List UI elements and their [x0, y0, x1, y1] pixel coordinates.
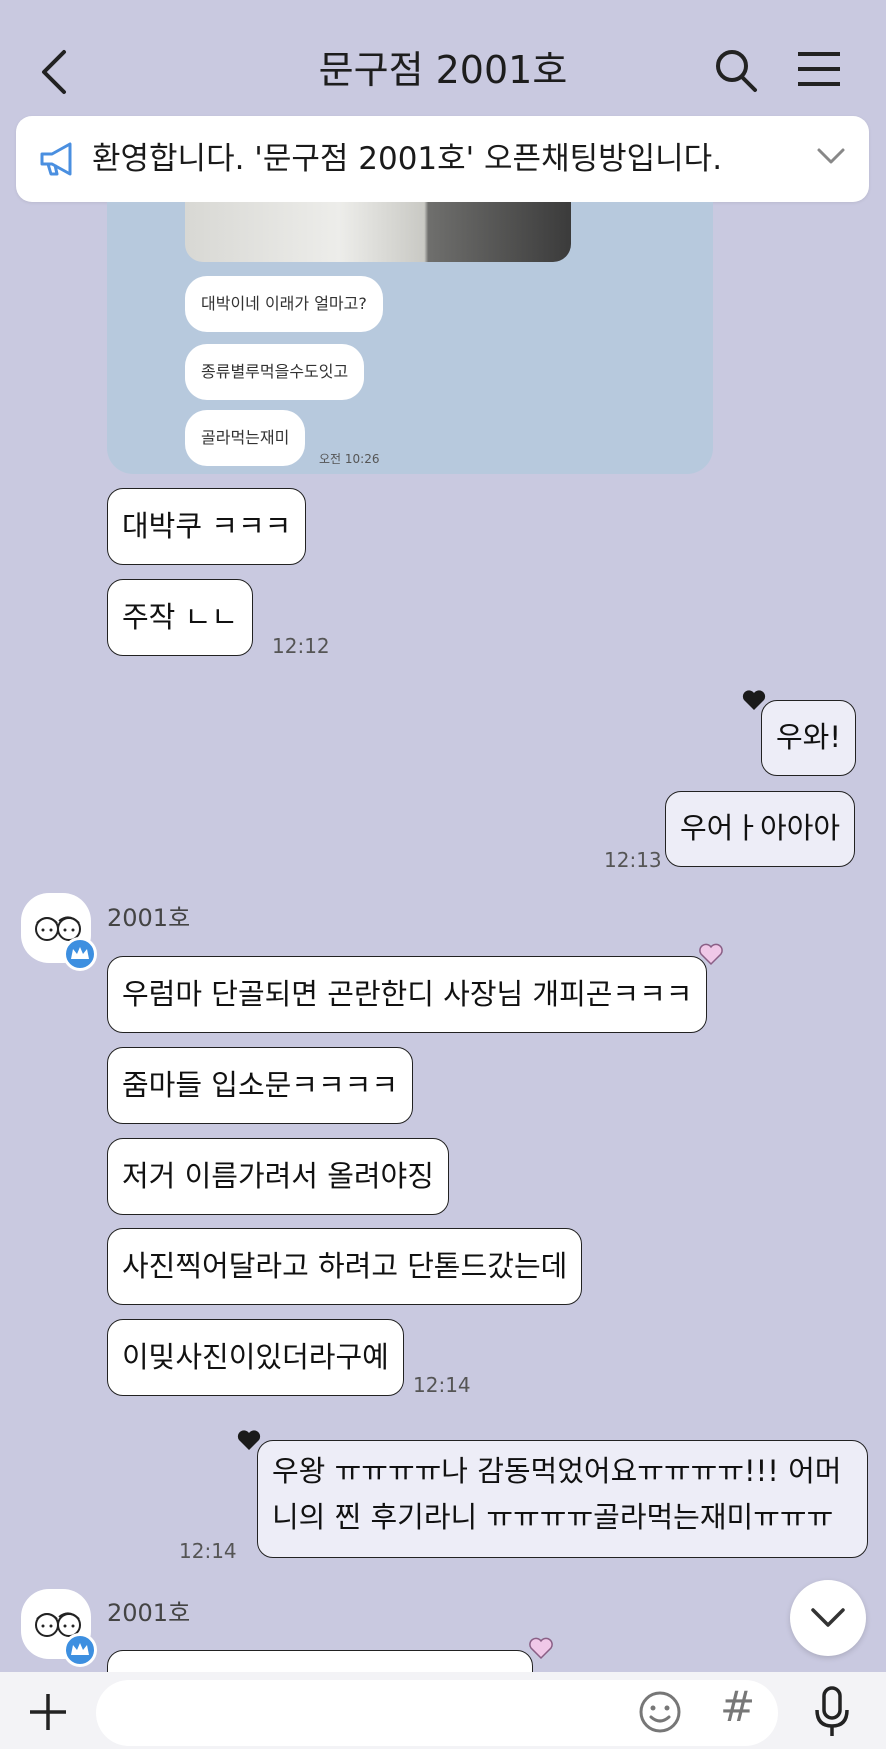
message-bubble[interactable]: 대박쿠 ㅋㅋㅋ	[107, 488, 307, 565]
my-message-bubble[interactable]: 우와!	[761, 700, 856, 776]
hamburger-menu-icon[interactable]	[796, 50, 842, 88]
message-time: 12:14	[179, 1539, 237, 1563]
my-message-bubble[interactable]: 우어ㅏ아아아	[665, 791, 856, 867]
hashtag-icon[interactable]: #	[720, 1682, 755, 1731]
sender-name: 2001호	[107, 1599, 191, 1627]
photo-chat-bubble: 골라먹는재미	[185, 410, 306, 466]
message-bubble[interactable]: 저거 이름가려서 올려야징	[107, 1138, 449, 1215]
message-composer: #	[0, 1672, 886, 1749]
photo-chat-bubble: 대박이네 이래가 얼마고?	[185, 276, 383, 332]
microphone-icon[interactable]	[814, 1686, 850, 1738]
shared-photo[interactable]: 대박이네 이래가 얼마고? 종류별루먹을수도잇고 골라먹는재미 오전 10:26	[107, 202, 713, 474]
my-message-bubble[interactable]: 우왕 ㅠㅠㅠㅠ나 감동먹었어요ㅠㅠㅠㅠ!!! 어머니의 찐 후기라니 ㅠㅠㅠㅠ골…	[257, 1440, 868, 1558]
photo-garment-image	[185, 202, 571, 262]
emoji-icon[interactable]	[638, 1690, 682, 1734]
search-icon[interactable]	[714, 48, 758, 94]
notice-banner[interactable]: 환영합니다. '문구점 2001호' 오픈채팅방입니다.	[16, 116, 869, 202]
message-time: 12:12	[272, 634, 330, 658]
message-time: 12:13	[604, 848, 662, 872]
photo-chat-bubble: 종류별루먹을수도잇고	[185, 344, 365, 400]
scroll-down-button[interactable]	[790, 1580, 866, 1656]
notice-text: 환영합니다. '문구점 2001호' 오픈채팅방입니다.	[92, 141, 723, 177]
message-bubble[interactable]: 우럼마 단골되면 곤란한디 사장님 개피곤ㅋㅋㅋ	[107, 956, 708, 1033]
chevron-down-icon[interactable]	[816, 146, 846, 166]
heart-icon[interactable]	[698, 942, 724, 966]
message-time: 12:14	[413, 1373, 471, 1397]
megaphone-icon	[40, 142, 72, 176]
avatar[interactable]	[21, 1589, 97, 1667]
message-bubble[interactable]: 사진찍어달라고 하려고 단톧드갔는데	[107, 1228, 583, 1305]
message-bubble[interactable]: 이밎사진이있더라구예	[107, 1319, 404, 1396]
avatar[interactable]	[21, 893, 97, 971]
top-bar: 문구점 2001호	[0, 0, 886, 110]
message-bubble[interactable]: 주작 ㄴㄴ	[107, 579, 253, 656]
message-bubble[interactable]: 줌마들 입소문ㅋㅋㅋㅋ	[107, 1047, 414, 1124]
crown-badge-icon	[63, 1633, 97, 1667]
plus-icon[interactable]	[28, 1692, 68, 1732]
sender-name: 2001호	[107, 904, 191, 932]
crown-badge-icon	[63, 937, 97, 971]
photo-chat-time: 오전 10:26	[319, 452, 380, 466]
heart-icon[interactable]	[528, 1636, 554, 1660]
chevron-down-icon	[811, 1608, 845, 1627]
